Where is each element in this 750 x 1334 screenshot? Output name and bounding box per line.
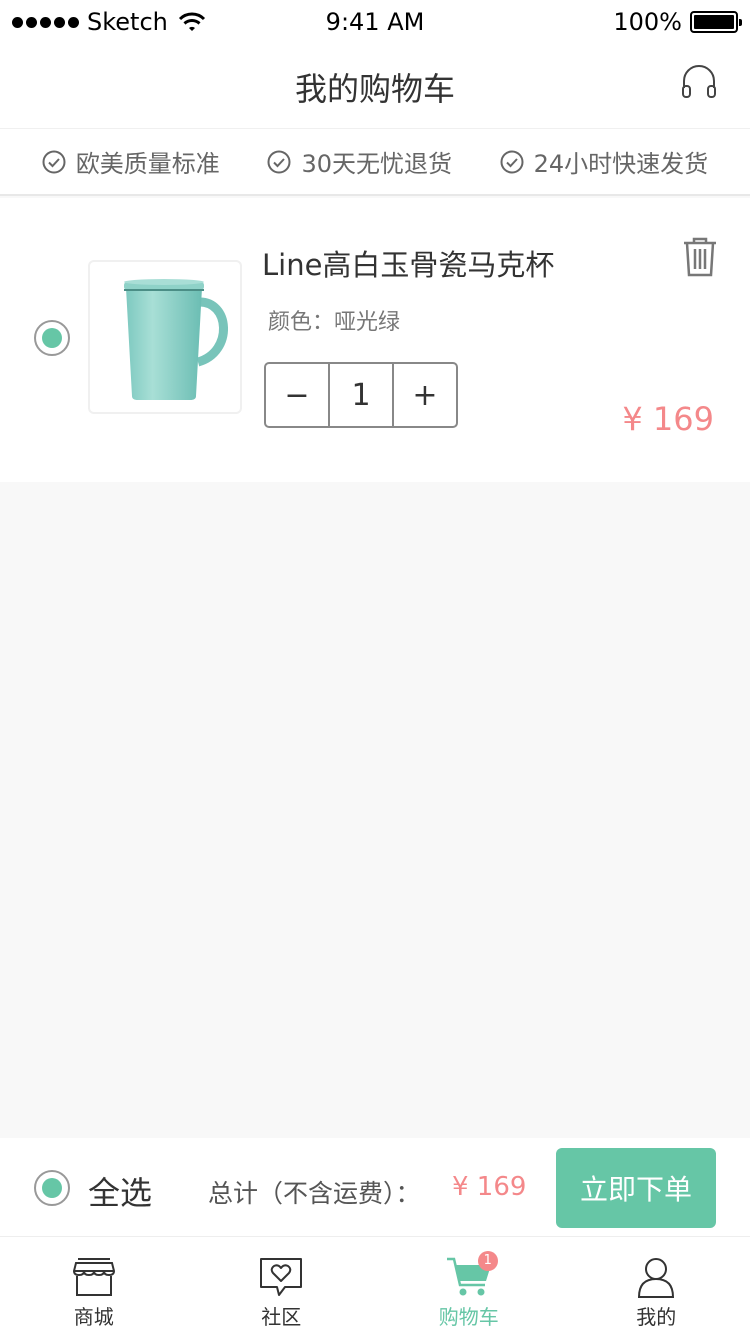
checkout-bar: 全选 总计（不含运费）： ¥ 169 立即下单 xyxy=(0,1138,750,1236)
navbar: 我的购物车 xyxy=(0,44,750,128)
place-order-button[interactable]: 立即下单 xyxy=(556,1148,716,1228)
total-label: 总计（不含运费）： xyxy=(208,1179,421,1208)
tab-community[interactable]: 社区 xyxy=(188,1237,376,1334)
cart-badge: 1 xyxy=(477,1251,498,1271)
mug-image xyxy=(124,279,228,400)
guarantee-label: 24小时快速发货 xyxy=(533,150,709,178)
guarantee-strip: 欧美质量标准 30天无忧退货 24小时快速发货 xyxy=(0,128,750,196)
status-bar: Sketch 9:41 AM 100% xyxy=(0,0,750,44)
guarantee-shipping: 24小时快速发货 xyxy=(500,144,709,179)
guarantee-label: 30天无忧退货 xyxy=(301,150,452,178)
tab-label: 商城 xyxy=(73,1305,114,1329)
select-all-radio[interactable] xyxy=(34,1170,70,1206)
product-variant: 颜色：哑光绿 xyxy=(268,310,401,335)
cart-item: Line高白玉骨瓷马克杯 颜色：哑光绿 − 1 + ¥ 169 xyxy=(0,198,750,482)
store-icon xyxy=(72,1258,115,1296)
increment-button[interactable]: + xyxy=(394,364,456,426)
total-value: ¥ 169 xyxy=(452,1172,527,1202)
tab-bar: 商城 社区 1 购物车 我的 xyxy=(0,1236,750,1334)
tab-profile[interactable]: 我的 xyxy=(563,1237,750,1334)
profile-icon xyxy=(638,1258,675,1298)
battery-icon xyxy=(690,11,742,33)
quantity-value[interactable]: 1 xyxy=(328,364,394,426)
trash-icon[interactable] xyxy=(682,236,718,278)
check-circle-icon xyxy=(267,150,291,173)
product-price: ¥ 169 xyxy=(622,400,714,438)
tab-store[interactable]: 商城 xyxy=(0,1237,188,1334)
tab-cart[interactable]: 1 购物车 xyxy=(375,1237,563,1334)
battery-percent: 100% xyxy=(613,8,682,36)
community-heart-icon xyxy=(260,1258,303,1296)
quantity-stepper: − 1 + xyxy=(264,362,458,428)
tab-label: 社区 xyxy=(261,1305,302,1329)
guarantee-label: 欧美质量标准 xyxy=(75,150,220,178)
check-circle-icon xyxy=(42,150,66,173)
tab-label: 我的 xyxy=(636,1305,677,1329)
product-image[interactable] xyxy=(88,260,242,414)
tab-label: 购物车 xyxy=(438,1305,499,1329)
guarantee-quality: 欧美质量标准 xyxy=(42,144,220,179)
page-title: 我的购物车 xyxy=(294,70,455,108)
guarantee-returns: 30天无忧退货 xyxy=(267,144,452,179)
decrement-button[interactable]: − xyxy=(266,364,328,426)
select-all-label[interactable]: 全选 xyxy=(88,1168,152,1214)
check-circle-icon xyxy=(500,150,524,173)
headset-icon[interactable] xyxy=(680,62,718,100)
product-name[interactable]: Line高白玉骨瓷马克杯 xyxy=(262,242,554,284)
status-right: 100% xyxy=(613,8,742,36)
item-select-radio[interactable] xyxy=(34,320,70,356)
